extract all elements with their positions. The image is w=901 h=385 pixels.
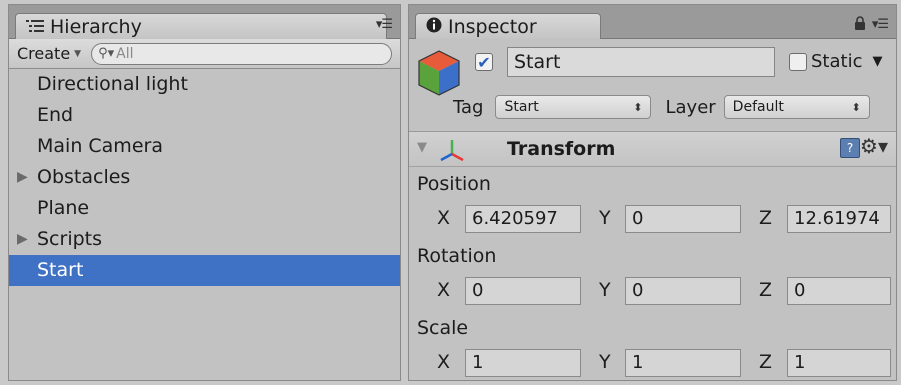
tree-item-label: Obstacles (37, 166, 131, 188)
component-title: Transform (507, 138, 616, 160)
tree-item-label: End (37, 104, 74, 126)
expand-arrow-icon[interactable]: ▶ (17, 224, 28, 255)
object-header: ✔ Start Static ▼ Tag Start ⬍ Layer Defau… (409, 39, 896, 132)
rotation-z-field[interactable]: 0 (787, 277, 891, 305)
updown-arrows-icon: ⬍ (851, 100, 861, 114)
foldout-arrow-icon[interactable]: ▼ (417, 140, 427, 155)
layer-dropdown[interactable]: Default ⬍ (723, 95, 870, 119)
scale-vector: X 1 Y 1 Z 1 (409, 345, 896, 383)
layer-label: Layer (665, 96, 716, 118)
static-label: Static (811, 51, 863, 72)
scale-x-field[interactable]: 1 (465, 349, 581, 377)
inspector-panel: Inspector ▾☰ ✔ Start Static ▼ Tag Start (408, 4, 897, 381)
hierarchy-tree: Directional light End Main Camera ▶ Obsta… (9, 69, 400, 286)
position-z-field[interactable]: 12.61974 (787, 205, 891, 233)
tree-item-selected[interactable]: Start (9, 255, 400, 286)
lock-icon[interactable] (854, 15, 866, 34)
tag-value: Start (504, 99, 539, 115)
position-x-field[interactable]: 6.420597 (465, 205, 581, 233)
position-label: Position (417, 173, 491, 195)
tree-item[interactable]: Directional light (9, 69, 400, 100)
scale-label: Scale (417, 317, 469, 339)
hierarchy-list-icon (26, 16, 44, 38)
search-input[interactable]: ⚲▾ All (91, 42, 392, 65)
scale-y-field[interactable]: 1 (625, 349, 741, 377)
gameobject-cube-icon (417, 49, 461, 101)
axis-z-label: Z (759, 351, 773, 373)
tag-dropdown[interactable]: Start ⬍ (495, 95, 652, 119)
axis-x-label: X (437, 207, 451, 229)
hierarchy-toolbar: Create ▼ ⚲▾ All (9, 39, 400, 69)
tab-hierarchy[interactable]: Hierarchy (15, 13, 387, 39)
axis-x-label: X (437, 351, 451, 373)
tree-item[interactable]: ▶ Scripts (9, 224, 400, 255)
tab-hierarchy-label: Hierarchy (50, 15, 142, 38)
static-checkbox[interactable] (789, 52, 807, 71)
scale-z-field[interactable]: 1 (787, 349, 891, 377)
tree-item-label: Start (37, 259, 84, 281)
rotation-label: Rotation (417, 245, 497, 267)
tag-layer-row: Tag Start ⬍ Layer Default ⬍ (453, 95, 870, 119)
rotation-vector: X 0 Y 0 Z 0 (409, 273, 896, 311)
create-button-label: Create (17, 44, 71, 63)
panel-menu-icon[interactable]: ▾☰ (376, 17, 393, 32)
position-vector: X 6.420597 Y 0 Z 12.61974 (409, 201, 896, 239)
tree-item-label: Scripts (37, 228, 103, 250)
axis-x-label: X (437, 279, 451, 301)
chevron-down-icon: ▼ (74, 48, 82, 59)
tree-item-label: Directional light (37, 73, 188, 95)
help-book-icon[interactable]: ? (840, 138, 860, 158)
tree-item[interactable]: Main Camera (9, 131, 400, 162)
axis-y-label: Y (599, 207, 611, 229)
info-icon (426, 16, 442, 38)
tree-item-label: Main Camera (37, 135, 163, 157)
layer-value: Default (732, 99, 784, 115)
search-placeholder: All (116, 45, 134, 62)
tree-item[interactable]: Plane (9, 193, 400, 224)
static-toggle[interactable]: Static ▼ (789, 51, 882, 72)
axis-z-label: Z (759, 207, 773, 229)
inspector-tabbar: Inspector ▾☰ (409, 5, 896, 39)
updown-arrows-icon: ⬍ (633, 100, 643, 114)
panel-menu-icon[interactable]: ▾☰ (872, 17, 889, 32)
rotation-x-field[interactable]: 0 (465, 277, 581, 305)
tree-item[interactable]: ▶ Obstacles (9, 162, 400, 193)
transform-header[interactable]: ▼ Transform ? ⚙▾ (409, 132, 896, 167)
tree-item[interactable]: End (9, 100, 400, 131)
rotation-y-field[interactable]: 0 (625, 277, 741, 305)
tree-item-label: Plane (37, 197, 90, 219)
hierarchy-panel: Hierarchy ▾☰ Create ▼ ⚲▾ All Directional… (8, 4, 401, 381)
axis-y-label: Y (599, 279, 611, 301)
tag-label: Tag (453, 96, 484, 118)
chevron-down-icon[interactable]: ▼ (872, 54, 882, 69)
expand-arrow-icon[interactable]: ▶ (17, 162, 28, 193)
object-name-field[interactable]: Start (507, 47, 775, 77)
axis-z-label: Z (759, 279, 773, 301)
axis-y-label: Y (599, 351, 611, 373)
transform-axes-icon (439, 138, 465, 166)
active-checkbox[interactable]: ✔ (475, 53, 493, 72)
create-button[interactable]: Create ▼ (17, 44, 81, 63)
search-icon: ⚲▾ (98, 46, 115, 61)
gear-icon[interactable]: ⚙▾ (860, 134, 888, 158)
hierarchy-tabbar: Hierarchy ▾☰ (9, 5, 400, 39)
tab-inspector-label: Inspector (448, 15, 537, 38)
position-y-field[interactable]: 0 (625, 205, 741, 233)
tab-inspector[interactable]: Inspector (415, 13, 601, 39)
